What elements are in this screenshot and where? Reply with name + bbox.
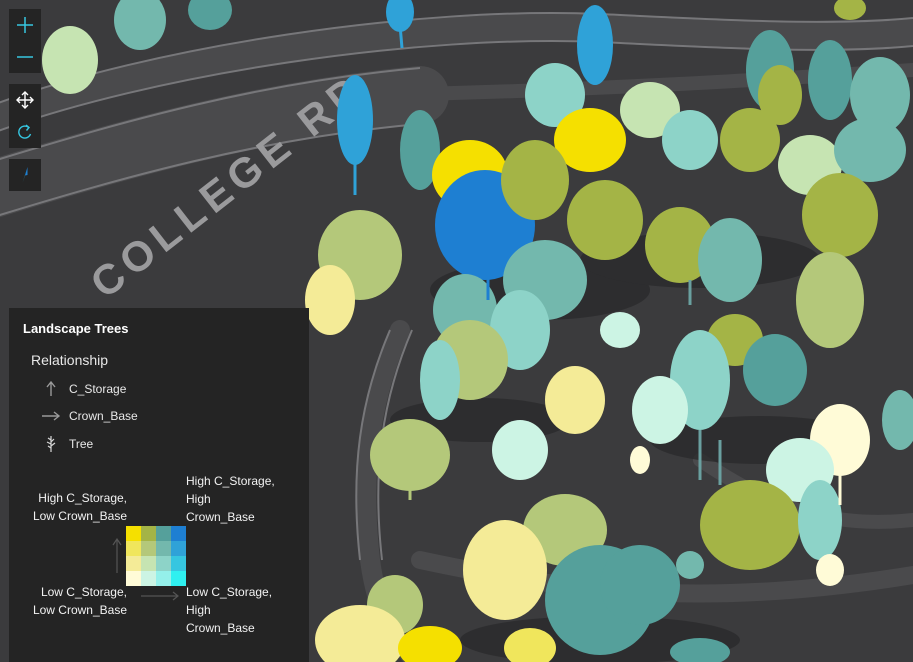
pan-button[interactable] <box>9 84 41 116</box>
grid-cell <box>126 526 141 541</box>
corner-line: Low Crown_Base <box>32 603 127 617</box>
rotate-icon <box>18 124 32 139</box>
legend-panel: Landscape Trees Relationship C_Storage C… <box>9 308 309 662</box>
grid-cell <box>171 526 186 541</box>
legend-item-label: C_Storage <box>69 382 127 396</box>
legend-item-label: Crown_Base <box>69 409 138 423</box>
grid-cell <box>141 526 156 541</box>
legend-corner-top-left: High C_Storage, Low Crown_Base <box>27 489 127 525</box>
minus-icon <box>17 56 33 58</box>
legend-corner-bottom-left: Low C_Storage, Low Crown_Base <box>27 583 127 619</box>
corner-line: High C_Storage, <box>186 474 275 488</box>
corner-line: High C_Storage, <box>38 491 127 505</box>
grid-cell <box>141 541 156 556</box>
compass-icon <box>22 167 28 183</box>
grid-cell <box>126 556 141 571</box>
legend-item-crown-base: Crown_Base <box>39 408 138 424</box>
legend-subtitle: Relationship <box>31 352 109 368</box>
compass-button[interactable] <box>9 159 41 191</box>
legend-axis-arrow-right <box>141 591 179 601</box>
grid-cell <box>171 556 186 571</box>
corner-line: High <box>186 492 211 506</box>
legend-axis-arrow-up <box>112 538 122 573</box>
bivariate-color-grid <box>126 526 186 586</box>
legend-corner-top-right: High C_Storage, High Crown_Base <box>186 472 296 526</box>
grid-cell <box>171 571 186 586</box>
corner-line: High <box>186 603 211 617</box>
grid-cell <box>141 556 156 571</box>
grid-cell <box>156 571 171 586</box>
legend-item-c-storage: C_Storage <box>39 381 126 397</box>
legend-item-label: Tree <box>69 437 94 451</box>
move-arrows-icon <box>16 91 34 109</box>
grid-cell <box>156 526 171 541</box>
legend-item-tree: Tree <box>39 436 93 452</box>
rotate-button[interactable] <box>9 116 41 148</box>
zoom-out-button[interactable] <box>9 41 41 73</box>
corner-line: Low C_Storage, <box>40 585 127 599</box>
arrow-up-icon <box>39 381 63 397</box>
grid-cell <box>171 541 186 556</box>
grid-cell <box>156 556 171 571</box>
arrow-right-icon <box>39 408 63 424</box>
grid-cell <box>141 571 156 586</box>
tree-icon <box>39 436 63 452</box>
corner-line: Low Crown_Base <box>32 509 127 523</box>
grid-cell <box>156 541 171 556</box>
plus-icon <box>17 17 33 33</box>
zoom-in-button[interactable] <box>9 9 41 41</box>
legend-corner-bottom-right: Low C_Storage, High Crown_Base <box>186 583 296 637</box>
corner-line: Crown_Base <box>186 621 255 635</box>
legend-title: Landscape Trees <box>23 321 129 336</box>
grid-cell <box>126 571 141 586</box>
grid-cell <box>126 541 141 556</box>
corner-line: Crown_Base <box>186 510 255 524</box>
corner-line: Low C_Storage, <box>186 585 273 599</box>
